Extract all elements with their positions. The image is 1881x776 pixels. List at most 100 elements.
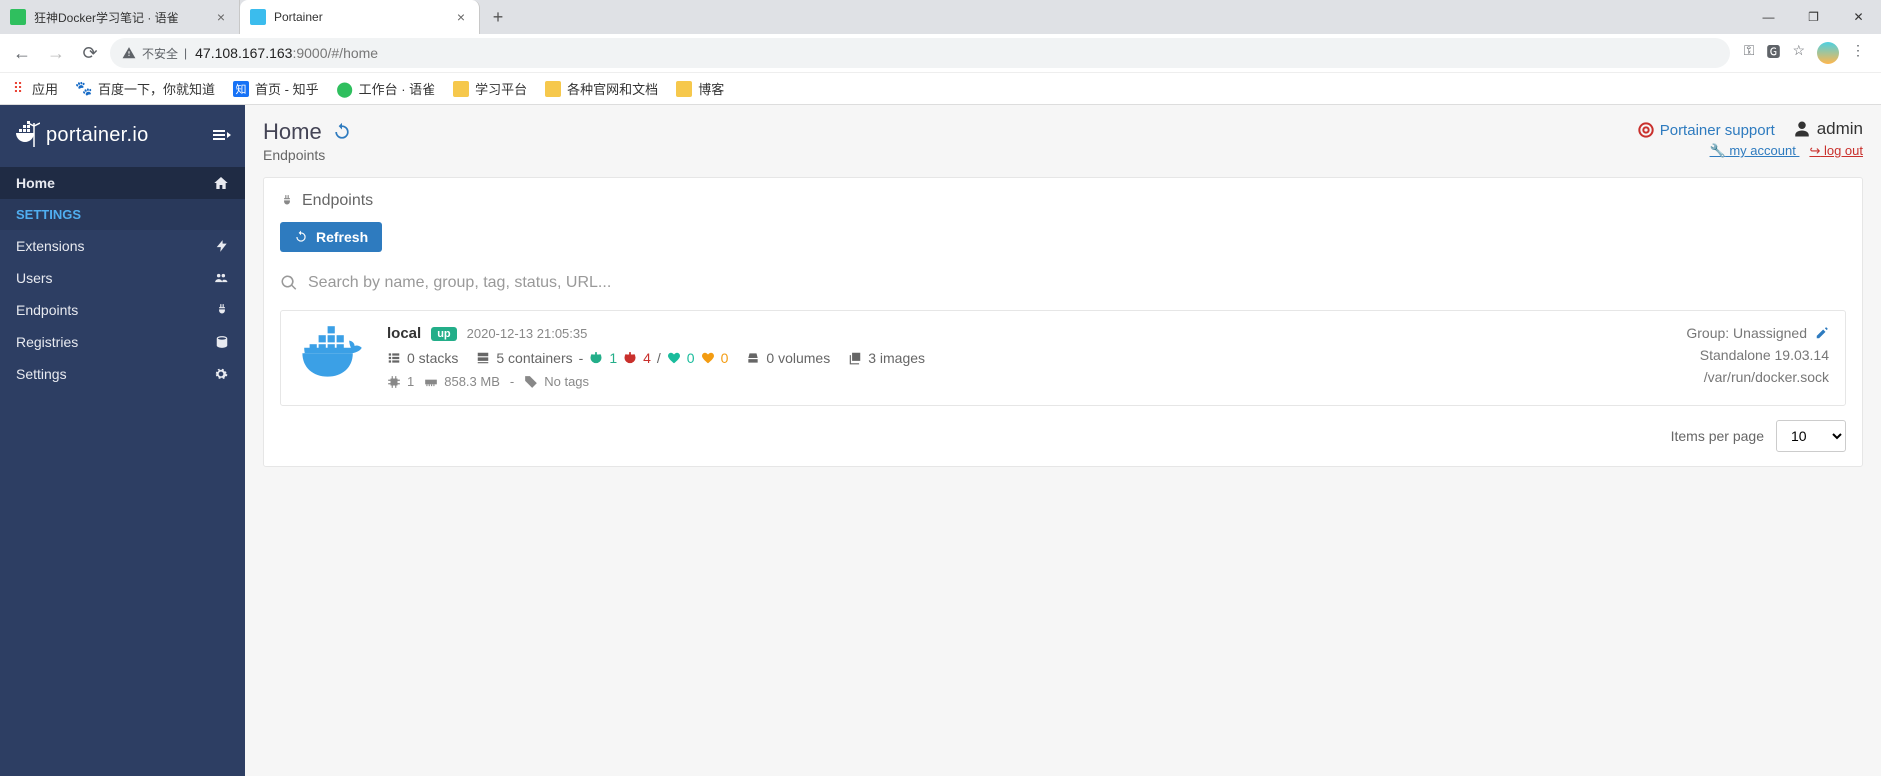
plug-icon [215,303,229,317]
sidebar-item-label: Registries [16,334,78,350]
window-controls: — ❐ ✕ [1746,0,1881,34]
endpoint-name: local [387,325,421,342]
endpoint-card[interactable]: local up 2020-12-13 21:05:35 0 stacks 5 … [280,310,1846,406]
endpoint-timestamp: 2020-12-13 21:05:35 [467,326,588,341]
kebab-icon[interactable]: ⋮ [1851,42,1865,64]
page-header-left: Home Endpoints [263,119,352,163]
folder-icon [545,81,561,97]
reload-button[interactable]: ⟳ [76,39,104,67]
sidebar-toggle-icon[interactable] [213,128,231,142]
my-account-link[interactable]: 🔧 my account [1710,143,1800,158]
hdd-icon [746,351,760,365]
database-icon [215,335,229,349]
back-button[interactable]: ← [8,39,36,67]
warning-icon [122,46,136,60]
user-icon [1793,120,1811,138]
support-link[interactable]: Portainer support [1638,122,1775,139]
power-off-icon [623,351,637,365]
new-tab-button[interactable]: + [484,3,512,31]
sidebar-item-home[interactable]: Home [0,167,245,199]
search-row [280,266,1846,300]
bookmarks-bar: ⠿ 应用 🐾百度一下，你就知道 知首页 - 知乎 ⬤工作台 · 语雀 学习平台 … [0,72,1881,104]
url-text: 47.108.167.163:9000/#/home [195,45,378,61]
search-input[interactable] [308,266,1846,300]
refresh-button[interactable]: Refresh [280,222,382,252]
heartbeat-icon [667,351,681,365]
key-icon[interactable]: ⚿ [1744,42,1755,64]
apps-button[interactable]: ⠿ 应用 [10,79,58,98]
sidebar-item-label: Endpoints [16,302,78,318]
endpoint-tags-row: 1 858.3 MB - No tags [387,374,1611,389]
page-title-row: Home [263,119,352,145]
yuque-icon: ⬤ [337,81,353,97]
endpoint-body: local up 2020-12-13 21:05:35 0 stacks 5 … [387,325,1611,389]
refresh-icon[interactable] [332,122,352,142]
close-window-button[interactable]: ✕ [1836,0,1881,34]
bookmark-docs[interactable]: 各种官网和文档 [545,79,658,98]
stat-cpu: 1 [387,374,414,389]
close-icon[interactable]: × [213,9,229,25]
stat-volumes: 0 volumes [746,350,830,366]
address-icons: ⚿ 🅶 ☆ ⋮ [1744,42,1865,64]
endpoint-group-row: Group: Unassigned [1629,325,1829,341]
sidebar-item-label: Settings [16,366,67,382]
folder-icon [676,81,692,97]
status-badge: up [431,327,456,341]
logo-text: portainer.io [46,124,149,147]
separator: - [510,374,514,389]
browser-tab-inactive[interactable]: 狂神Docker学习笔记 · 语雀 × [0,0,240,34]
clone-icon [848,351,862,365]
sidebar-item-label: Extensions [16,238,84,254]
folder-icon [453,81,469,97]
page-header: Home Endpoints Portainer support [263,119,1863,163]
zhihu-icon: 知 [233,81,249,97]
endpoint-top-row: local up 2020-12-13 21:05:35 [387,325,1611,342]
browser-chrome: 狂神Docker学习笔记 · 语雀 × Portainer × + — ❐ ✕ … [0,0,1881,105]
lifebuoy-icon [1638,122,1654,138]
edit-icon[interactable] [1815,326,1829,340]
tab-title: Portainer [274,10,323,24]
sidebar-item-settings[interactable]: Settings [0,358,245,390]
user-sub-links: 🔧 my account ↪ log out [1638,143,1863,159]
browser-tab-active[interactable]: Portainer × [240,0,480,34]
baidu-icon: 🐾 [76,81,92,97]
bookmark-zhihu[interactable]: 知首页 - 知乎 [233,79,319,98]
avatar-icon[interactable] [1817,42,1839,64]
memory-icon [424,375,438,389]
tags-icon [524,375,538,389]
wrench-icon: 🔧 [1710,143,1726,158]
stat-images: 3 images [848,350,925,366]
user-menu[interactable]: admin [1793,119,1863,139]
bookmark-baidu[interactable]: 🐾百度一下，你就知道 [76,79,215,98]
minimize-button[interactable]: — [1746,0,1791,34]
sidebar-item-extensions[interactable]: Extensions [0,230,245,262]
sidebar-item-endpoints[interactable]: Endpoints [0,294,245,326]
endpoint-type-row: Standalone 19.03.14 [1629,347,1829,363]
sidebar-item-users[interactable]: Users [0,262,245,294]
cogs-icon [213,367,229,381]
tab-title: 狂神Docker学习笔记 · 语雀 [34,9,179,26]
close-icon[interactable]: × [453,9,469,25]
yuque-icon [10,9,26,25]
logout-link[interactable]: ↪ log out [1809,143,1863,158]
star-icon[interactable]: ☆ [1792,42,1805,64]
address-bar[interactable]: 不安全 | 47.108.167.163:9000/#/home [110,38,1730,68]
logo-row: portainer.io [0,115,245,167]
items-per-page-select[interactable]: 10 [1776,420,1846,452]
translate-icon[interactable]: 🅶 [1766,42,1780,64]
bookmark-study[interactable]: 学习平台 [453,79,527,98]
forward-button[interactable]: → [42,39,70,67]
heartbeat-icon [701,351,715,365]
bookmark-yuque[interactable]: ⬤工作台 · 语雀 [337,79,436,98]
list-icon [387,351,401,365]
page-title: Home [263,119,322,145]
endpoint-socket-row: /var/run/docker.sock [1629,369,1829,385]
bookmark-blog[interactable]: 博客 [676,79,724,98]
maximize-button[interactable]: ❐ [1791,0,1836,34]
sidebar-item-registries[interactable]: Registries [0,326,245,358]
page-subtitle: Endpoints [263,147,352,163]
sidebar-settings-header: SETTINGS [0,199,245,230]
server-icon [476,351,490,365]
microchip-icon [387,375,401,389]
endpoint-stats-row: 0 stacks 5 containers - 1 4 / [387,350,1611,366]
